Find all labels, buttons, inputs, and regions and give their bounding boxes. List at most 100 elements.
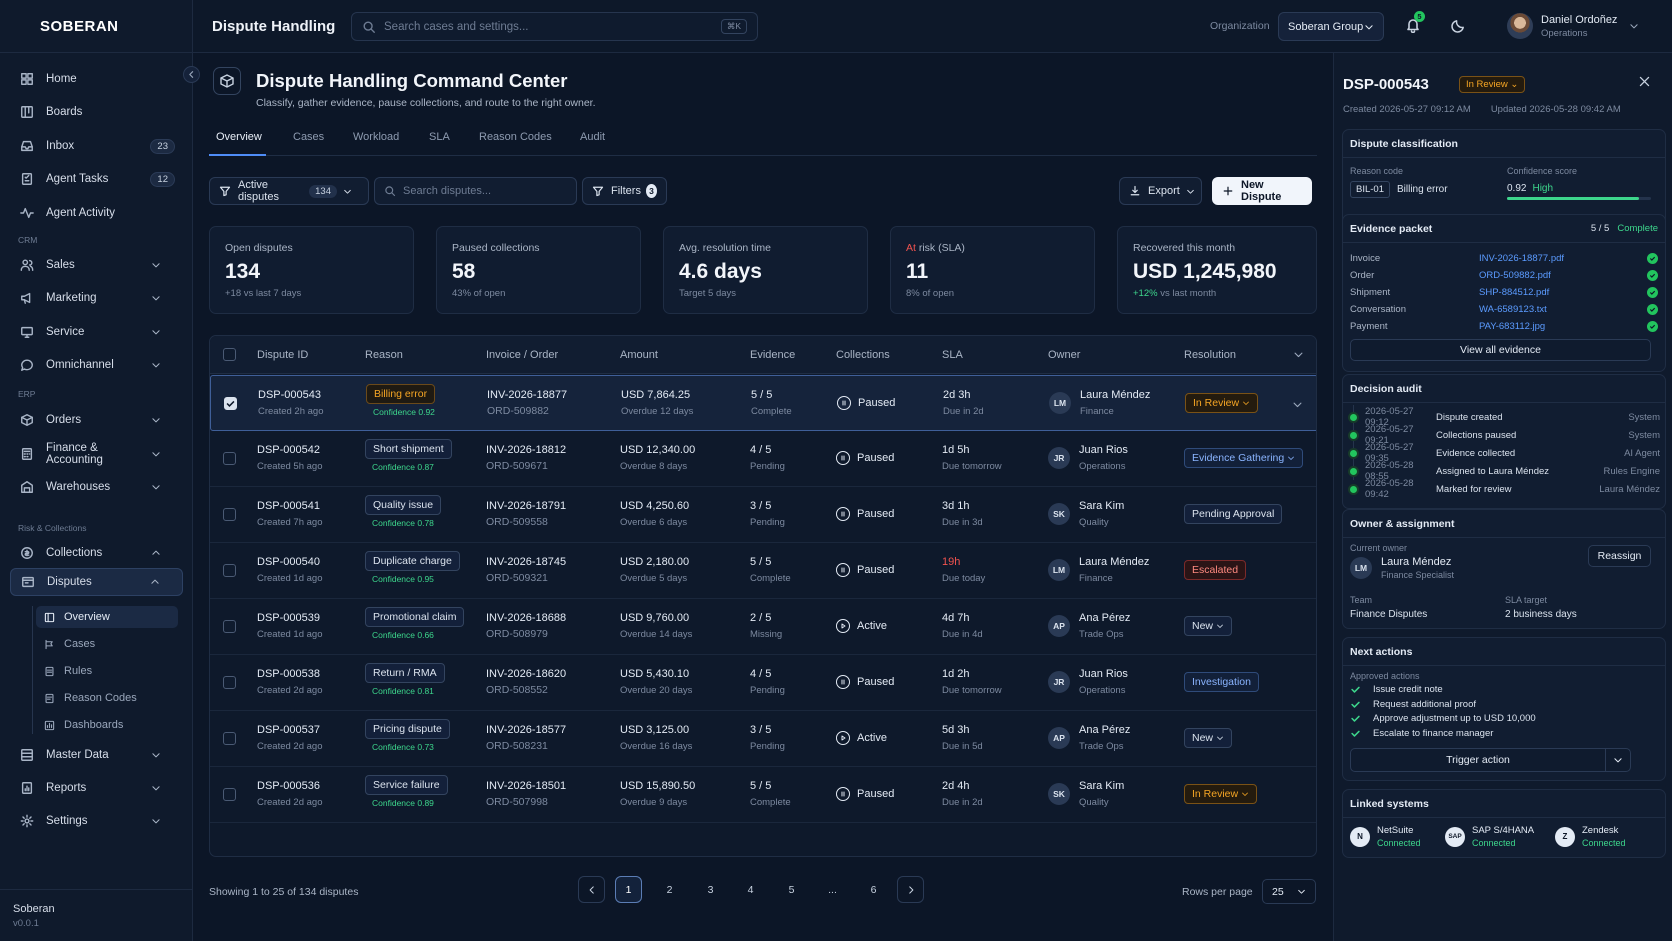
sidebar-subitem-cases[interactable]: Cases — [36, 633, 178, 655]
tab-cases[interactable]: Cases — [293, 131, 324, 143]
table-row[interactable]: DSP-000543 Created 2h ago Billing error Con… — [210, 375, 1316, 431]
next-page-button[interactable] — [897, 876, 924, 903]
column-header-resolution[interactable]: Resolution — [1184, 349, 1236, 361]
new-dispute-button[interactable]: New Dispute — [1212, 177, 1312, 205]
table-row[interactable]: DSP-000539 Created 1d ago Promotional clai… — [210, 599, 1316, 655]
evidence-file-link[interactable]: INV-2026-18877.pdf — [1479, 253, 1647, 264]
user-menu[interactable]: Daniel Ordoñez Operations — [1507, 13, 1639, 39]
tab-workload[interactable]: Workload — [353, 131, 399, 143]
resolution-badge[interactable]: New — [1184, 728, 1233, 748]
resolution-badge[interactable]: Escalated — [1184, 560, 1247, 580]
evidence-file-link[interactable]: ORD-509882.pdf — [1479, 270, 1647, 281]
evidence-file-link[interactable]: WA-6589123.txt — [1479, 304, 1647, 315]
tab-overview[interactable]: Overview — [216, 131, 262, 143]
table-row[interactable]: DSP-000536 Created 2d ago Service failure C… — [210, 767, 1316, 823]
order-link[interactable]: ORD-507998 — [486, 796, 566, 808]
prev-page-button[interactable] — [578, 876, 605, 903]
row-checkbox[interactable] — [224, 397, 237, 410]
owner-cell[interactable]: LM Laura Méndez Finance — [1048, 556, 1149, 584]
evidence-file-link[interactable]: SHP-884512.pdf — [1479, 287, 1647, 298]
page-button-3[interactable]: 3 — [697, 876, 724, 903]
evidence-file-link[interactable]: PAY-683112.jpg — [1479, 321, 1647, 332]
column-header-evidence[interactable]: Evidence — [750, 349, 795, 361]
table-row[interactable]: DSP-000542 Created 5h ago Short shipment Co… — [210, 431, 1316, 487]
order-link[interactable]: ORD-509558 — [486, 516, 566, 528]
chevron-down-icon[interactable] — [1293, 349, 1304, 360]
sidebar-item-home[interactable]: Home — [10, 65, 183, 93]
active-disputes-filter[interactable]: Active disputes 134 — [209, 177, 369, 205]
row-checkbox[interactable] — [223, 676, 236, 689]
resolution-badge[interactable]: New — [1184, 616, 1233, 636]
row-checkbox[interactable] — [223, 452, 236, 465]
dispute-id-cell[interactable]: DSP-000541 Created 7h ago — [257, 500, 323, 528]
dispute-id-cell[interactable]: DSP-000536 Created 2d ago — [257, 780, 323, 808]
tab-audit[interactable]: Audit — [580, 131, 605, 143]
column-header-invoice[interactable]: Invoice / Order — [486, 349, 558, 361]
sidebar-item-warehouses[interactable]: Warehouses — [10, 473, 183, 501]
column-header-owner[interactable]: Owner — [1048, 349, 1080, 361]
sidebar-item-omnichannel[interactable]: Omnichannel — [10, 351, 183, 379]
owner-cell[interactable]: AP Ana Pérez Trade Ops — [1048, 612, 1130, 640]
table-row[interactable]: DSP-000538 Created 2d ago Return / RMA Conf… — [210, 655, 1316, 711]
order-link[interactable]: ORD-509321 — [486, 572, 566, 584]
export-button[interactable]: Export — [1119, 177, 1202, 205]
select-all-checkbox[interactable] — [223, 348, 236, 361]
column-header-collections[interactable]: Collections — [836, 349, 890, 361]
order-link[interactable]: ORD-508552 — [486, 684, 566, 696]
row-checkbox[interactable] — [223, 564, 236, 577]
order-link[interactable]: ORD-509882 — [487, 405, 567, 417]
sidebar-item-finance[interactable]: Finance & Accounting — [10, 440, 183, 468]
owner-cell[interactable]: SK Sara Kim Quality — [1048, 500, 1124, 528]
rows-per-page-select[interactable]: 25 — [1262, 879, 1316, 904]
notifications-button[interactable]: 5 — [1405, 11, 1425, 36]
close-panel-button[interactable] — [1638, 75, 1651, 91]
sidebar-item-boards[interactable]: Boards — [10, 98, 183, 126]
column-header-amount[interactable]: Amount — [620, 349, 658, 361]
sidebar-item-master-data[interactable]: Master Data — [10, 741, 183, 769]
linked-system-zendesk[interactable]: Z Zendesk Connected — [1555, 825, 1626, 848]
row-checkbox[interactable] — [223, 732, 236, 745]
page-button-2[interactable]: 2 — [656, 876, 683, 903]
tab-sla[interactable]: SLA — [429, 131, 450, 143]
global-search-input[interactable]: Search cases and settings... ⌘K — [351, 12, 758, 41]
sidebar-item-orders[interactable]: Orders — [10, 406, 183, 434]
column-header-reason[interactable]: Reason — [365, 349, 403, 361]
dispute-search-input[interactable]: Search disputes... — [374, 177, 577, 205]
page-button-1[interactable]: 1 — [615, 876, 642, 903]
dispute-id-cell[interactable]: DSP-000540 Created 1d ago — [257, 556, 323, 584]
sidebar-item-reports[interactable]: Reports — [10, 774, 183, 802]
sidebar-item-marketing[interactable]: Marketing — [10, 284, 183, 312]
tab-reason-codes[interactable]: Reason Codes — [479, 131, 552, 143]
resolution-badge[interactable]: Evidence Gathering — [1184, 448, 1304, 468]
dispute-id-cell[interactable]: DSP-000542 Created 5h ago — [257, 444, 323, 472]
order-link[interactable]: ORD-509671 — [486, 460, 566, 472]
column-header-id[interactable]: Dispute ID — [257, 349, 308, 361]
linked-system-netsuite[interactable]: N NetSuite Connected — [1350, 825, 1421, 848]
owner-cell[interactable]: LM Laura Méndez Finance — [1049, 389, 1150, 417]
dispute-id-cell[interactable]: DSP-000537 Created 2d ago — [257, 724, 323, 752]
sidebar-item-disputes[interactable]: Disputes — [10, 568, 183, 596]
chevron-down-icon[interactable] — [1292, 399, 1303, 410]
row-checkbox[interactable] — [223, 788, 236, 801]
sidebar-subitem-dashboards[interactable]: Dashboards — [36, 714, 178, 736]
view-all-evidence-button[interactable]: View all evidence — [1350, 339, 1651, 361]
collapse-sidebar-button[interactable] — [183, 66, 200, 83]
owner-cell[interactable]: AP Ana Pérez Trade Ops — [1048, 724, 1130, 752]
row-checkbox[interactable] — [223, 508, 236, 521]
order-link[interactable]: ORD-508231 — [486, 740, 566, 752]
dispute-id-cell[interactable]: DSP-000538 Created 2d ago — [257, 668, 323, 696]
sidebar-subitem-reason-codes[interactable]: Reason Codes — [36, 687, 178, 709]
sidebar-item-sales[interactable]: Sales — [10, 251, 183, 279]
org-select[interactable]: Soberan Group — [1278, 12, 1384, 41]
order-link[interactable]: ORD-508979 — [486, 628, 566, 640]
dispute-id-cell[interactable]: DSP-000543 Created 2h ago — [258, 389, 324, 417]
trigger-action-button[interactable]: Trigger action — [1350, 748, 1606, 772]
dispute-id-cell[interactable]: DSP-000539 Created 1d ago — [257, 612, 323, 640]
sidebar-item-collections[interactable]: Collections — [10, 539, 183, 567]
owner-cell[interactable]: JR Juan Rios Operations — [1048, 444, 1128, 472]
sidebar-item-settings[interactable]: Settings — [10, 807, 183, 835]
resolution-badge[interactable]: Pending Approval — [1184, 504, 1283, 524]
resolution-badge[interactable]: In Review — [1184, 784, 1258, 804]
owner-cell[interactable]: SK Sara Kim Quality — [1048, 780, 1124, 808]
page-button-6[interactable]: 6 — [860, 876, 887, 903]
